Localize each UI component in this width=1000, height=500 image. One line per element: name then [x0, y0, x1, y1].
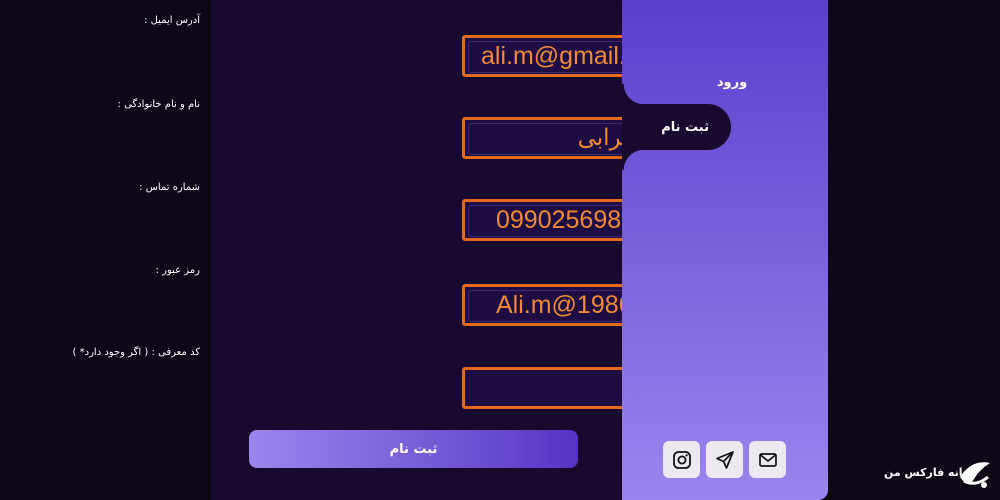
telegram-button[interactable] — [706, 441, 743, 478]
register-submit-button[interactable]: ثبت نام — [249, 430, 578, 468]
tab-notch — [622, 150, 644, 170]
email-label: آدرس ایمیل : — [144, 15, 200, 26]
auth-side-panel: ورود ثبت نام — [622, 0, 828, 500]
email-icon — [758, 452, 777, 467]
instagram-icon — [672, 450, 691, 469]
house-logo-icon — [960, 462, 990, 488]
password-label: رمز عبور : — [155, 265, 200, 276]
instagram-button[interactable] — [663, 441, 700, 478]
email-button[interactable] — [749, 441, 786, 478]
tab-login[interactable]: ورود — [622, 60, 828, 104]
register-form-panel: آدرس ایمیل : ali.m@gmail.com نام و نام خ… — [73, 0, 792, 500]
telegram-icon — [715, 450, 734, 469]
referral-code-label: کد معرفی : ( اگر وجود دارد* ) — [72, 347, 200, 358]
fullname-label: نام و نام خانوادگی : — [117, 99, 200, 110]
phone-label: شماره تماس : — [139, 182, 200, 193]
password-value: Ali.m@1986 — [496, 291, 633, 319]
tab-register[interactable]: ثبت نام — [622, 104, 731, 150]
tab-notch — [622, 84, 644, 104]
brand-logo: خانه فارکس من — [884, 455, 994, 495]
